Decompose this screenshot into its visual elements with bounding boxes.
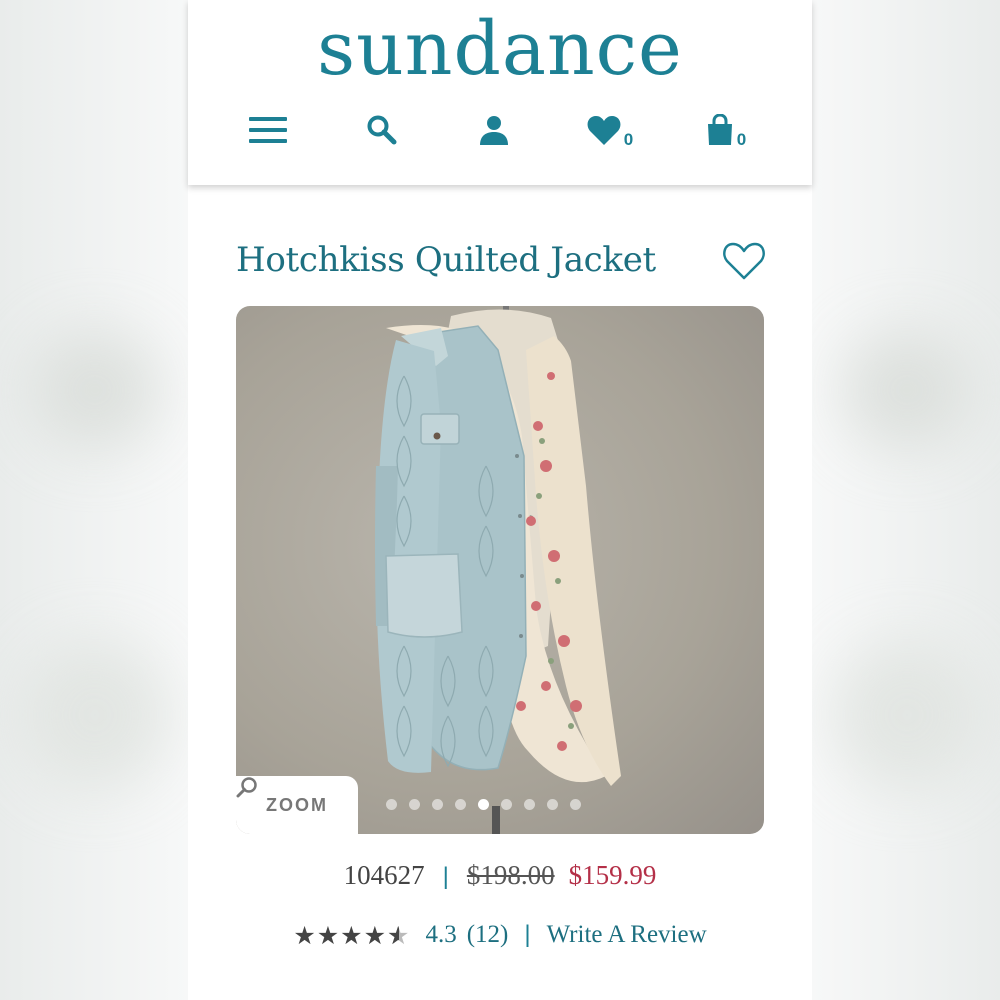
write-review-link[interactable]: Write A Review (547, 921, 707, 949)
site-header: sundance 0 0 (188, 0, 812, 185)
carousel-dot-2[interactable] (409, 799, 420, 810)
carousel-dot-6[interactable] (501, 799, 512, 810)
carousel-dot-1[interactable] (386, 799, 397, 810)
carousel-dot-3[interactable] (432, 799, 443, 810)
carousel-dot-9[interactable] (570, 799, 581, 810)
cart-count: 0 (736, 130, 747, 149)
star-icon: ★ (363, 920, 387, 950)
phone-screen: sundance 0 0 Hotchkiss Quilted Jacket PS… (188, 0, 812, 1000)
heart-icon (587, 116, 621, 145)
hamburger-menu-icon[interactable] (244, 108, 292, 152)
cart-button[interactable]: 0 (696, 108, 756, 152)
search-icon[interactable] (360, 108, 404, 152)
shopping-bag-icon (707, 114, 732, 145)
site-logo[interactable]: sundance (188, 6, 812, 92)
half-star-icon: ★ ★ (387, 920, 410, 950)
price-row: 104627 | $198.00 $159.99 (188, 860, 812, 891)
jacket-illustration: PSIOLL 1998 (375, 306, 621, 834)
background-left (0, 0, 188, 1000)
product-title: Hotchkiss Quilted Jacket (236, 240, 656, 280)
review-row: ★ ★ ★ ★ ★ ★ 4.3 (12) | Write A Review (188, 921, 812, 949)
account-icon[interactable] (472, 108, 516, 152)
zoom-label: ZOOM (266, 794, 328, 815)
sale-price: $159.99 (568, 860, 657, 890)
add-to-favorites-button[interactable] (722, 240, 766, 282)
rating-value: 4.3 (425, 921, 457, 948)
carousel-dot-4[interactable] (455, 799, 466, 810)
star-rating[interactable]: ★ ★ ★ ★ ★ ★ (293, 923, 409, 948)
carousel-dot-8[interactable] (547, 799, 558, 810)
background-right (812, 0, 1000, 1000)
wishlist-button[interactable]: 0 (580, 108, 640, 152)
review-count[interactable]: (12) (467, 921, 509, 949)
star-icon: ★ (340, 920, 363, 950)
product-sku: 104627 (343, 860, 425, 890)
divider: | (524, 921, 531, 948)
image-pagination-dots (386, 799, 581, 810)
zoom-button[interactable]: ZOOM (236, 776, 358, 834)
divider: | (442, 863, 449, 890)
carousel-dot-5[interactable] (478, 799, 489, 810)
wishlist-count: 0 (623, 130, 634, 149)
product-image[interactable]: PSIOLL 1998 (236, 306, 764, 834)
star-icon: ★ (293, 920, 316, 950)
original-price: $198.00 (466, 860, 555, 890)
heart-outline-icon (723, 242, 765, 280)
carousel-dot-7[interactable] (524, 799, 535, 810)
magnifier-icon (236, 777, 257, 798)
star-icon: ★ (316, 920, 340, 950)
